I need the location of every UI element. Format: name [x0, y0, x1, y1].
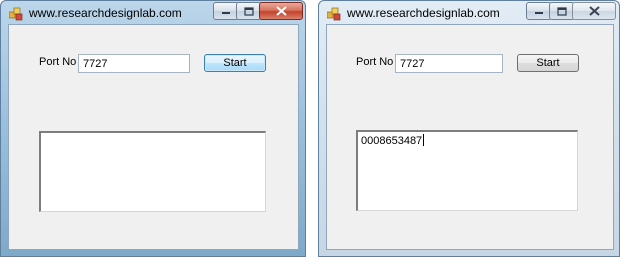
app-icon[interactable]	[326, 7, 341, 21]
window-client-area: Port No Start	[8, 24, 299, 250]
port-input[interactable]	[78, 54, 190, 73]
output-text: 0008653487	[361, 135, 423, 147]
window-title: www.researchdesignlab.com	[29, 6, 182, 20]
close-button[interactable]	[259, 2, 303, 20]
maximize-icon	[244, 6, 254, 16]
app-icon[interactable]	[8, 7, 23, 21]
start-button[interactable]: Start	[204, 54, 266, 72]
port-label: Port No	[39, 56, 77, 68]
start-button[interactable]: Start	[517, 54, 579, 72]
window-1: www.researchdesignlab.com Port No Start	[0, 0, 306, 257]
minimize-icon	[222, 12, 230, 14]
close-button[interactable]	[572, 2, 616, 20]
window-title: www.researchdesignlab.com	[347, 6, 500, 20]
minimize-icon	[535, 12, 543, 14]
output-textbox[interactable]	[39, 131, 266, 212]
window-2: www.researchdesignlab.com Port No Start …	[318, 0, 620, 257]
port-input[interactable]	[395, 54, 503, 73]
output-textbox[interactable]: 0008653487	[356, 130, 578, 211]
text-caret	[423, 134, 425, 146]
port-label: Port No	[356, 56, 394, 68]
maximize-icon	[557, 6, 567, 16]
close-icon	[275, 6, 287, 16]
window-client-area: Port No Start 0008653487	[326, 24, 614, 250]
close-icon	[588, 6, 600, 16]
